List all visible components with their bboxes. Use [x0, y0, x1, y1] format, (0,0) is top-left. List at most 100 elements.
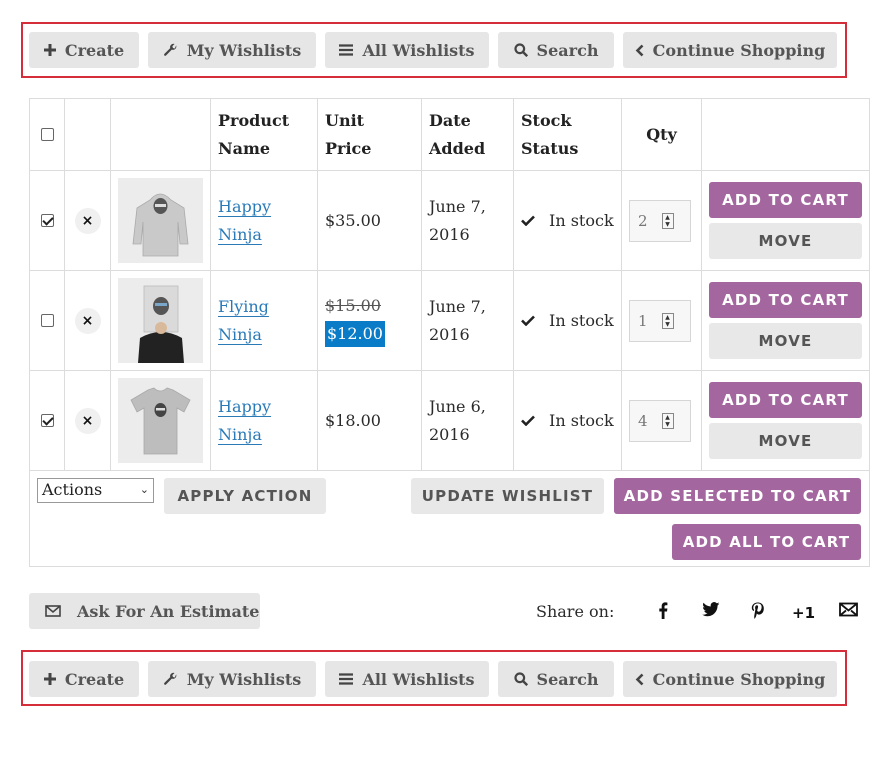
- quantity-stepper[interactable]: 2 ▲ ▼: [629, 199, 691, 242]
- create-label: Create: [64, 40, 125, 60]
- table-row: × Happy Ninja $18.00 June 6, 2016 In sto…: [29, 370, 870, 471]
- stock-label: In stock: [549, 410, 614, 430]
- google-plus-icon[interactable]: +1: [792, 604, 815, 622]
- date-added: June 7, 2016: [429, 296, 486, 344]
- ask-for-estimate-label: Ask For An Estimate: [77, 601, 260, 621]
- add-all-to-cart-button[interactable]: ADD ALL TO CART: [672, 524, 861, 560]
- search-label: Search: [536, 40, 599, 60]
- all-wishlists-button[interactable]: All Wishlists: [325, 661, 489, 697]
- qty-header: Qty: [621, 98, 702, 171]
- remove-item-button[interactable]: ×: [74, 407, 101, 434]
- wrench-icon: [163, 43, 177, 56]
- pinterest-icon[interactable]: [751, 602, 764, 623]
- continue-shopping-label: Continue Shopping: [652, 40, 826, 60]
- date-added-header: Date Added: [421, 98, 514, 171]
- add-selected-to-cart-button[interactable]: ADD SELECTED TO CART: [614, 478, 861, 514]
- product-thumbnail-tshirt[interactable]: [118, 378, 203, 463]
- remove-item-button[interactable]: ×: [74, 307, 101, 334]
- row-checkbox[interactable]: [40, 314, 54, 327]
- row-checkbox[interactable]: [40, 214, 54, 227]
- select-all-checkbox[interactable]: [40, 128, 54, 141]
- chevron-left-icon: [635, 44, 644, 56]
- all-wishlists-label: All Wishlists: [362, 669, 475, 689]
- create-button[interactable]: Create: [29, 32, 139, 68]
- bulk-actions-select[interactable]: Actions ⌄: [37, 478, 154, 503]
- chevron-left-icon: [635, 673, 644, 685]
- stock-status: In stock: [521, 407, 614, 435]
- wishlist-table: Product Name Unit Price Date Added Stock…: [29, 98, 870, 567]
- table-header-row: Product Name Unit Price Date Added Stock…: [29, 98, 870, 171]
- continue-shopping-label: Continue Shopping: [652, 669, 826, 689]
- bulk-actions-value: Actions: [42, 480, 103, 499]
- twitter-icon[interactable]: [702, 602, 720, 621]
- list-icon: [339, 673, 354, 685]
- email-share-icon[interactable]: [839, 602, 858, 621]
- quantity-value: 1: [638, 311, 648, 330]
- spinner-arrows-icon[interactable]: ▲ ▼: [661, 212, 674, 229]
- quantity-stepper[interactable]: 4 ▲ ▼: [629, 399, 691, 442]
- bulk-actions-cell: Actions ⌄ APPLY ACTION UPDATE WISHLIST A…: [29, 470, 870, 567]
- apply-action-button[interactable]: APPLY ACTION: [164, 478, 326, 514]
- spinner-arrows-icon[interactable]: ▲ ▼: [661, 312, 674, 329]
- add-to-cart-button[interactable]: ADD TO CART: [709, 282, 862, 318]
- search-icon: [513, 43, 528, 57]
- table-row: × Flying Ninja $15.00 $12.00 June 7, 201…: [29, 270, 870, 371]
- all-wishlists-button[interactable]: All Wishlists: [325, 32, 489, 68]
- create-button[interactable]: Create: [29, 661, 139, 697]
- update-wishlist-button[interactable]: UPDATE WISHLIST: [411, 478, 604, 514]
- create-label: Create: [64, 669, 125, 689]
- wishlist-nav-bottom: Create My Wishlists All Wishlists Search…: [21, 650, 847, 706]
- share-on-label: Share on:: [536, 602, 615, 621]
- quantity-value: 4: [638, 411, 648, 430]
- add-to-cart-button[interactable]: ADD TO CART: [709, 182, 862, 218]
- quantity-stepper[interactable]: 1 ▲ ▼: [629, 299, 691, 342]
- search-button[interactable]: Search: [498, 661, 614, 697]
- date-added: June 7, 2016: [429, 196, 486, 244]
- original-price: $15.00: [325, 296, 381, 315]
- chevron-down-icon: ⌄: [139, 483, 149, 496]
- product-thumbnail-hoodie[interactable]: [118, 178, 203, 263]
- spinner-arrows-icon[interactable]: ▲ ▼: [661, 412, 674, 429]
- unit-price: $18.00: [325, 410, 381, 430]
- remove-header: [64, 98, 111, 171]
- stock-label: In stock: [549, 210, 614, 230]
- move-button[interactable]: MOVE: [709, 423, 862, 459]
- product-name-header: Product Name: [210, 98, 318, 171]
- actions-header: [701, 98, 870, 171]
- table-row: × Happy Ninja $35.00 June 7, 2016 In sto…: [29, 170, 870, 271]
- move-button[interactable]: MOVE: [709, 223, 862, 259]
- move-button[interactable]: MOVE: [709, 323, 862, 359]
- wrench-icon: [163, 672, 177, 685]
- my-wishlists-label: My Wishlists: [186, 40, 302, 60]
- product-name-link[interactable]: Flying Ninja: [218, 297, 269, 344]
- plus-icon: [43, 44, 56, 56]
- check-icon: [521, 415, 535, 426]
- my-wishlists-button[interactable]: My Wishlists: [148, 661, 316, 697]
- add-to-cart-button[interactable]: ADD TO CART: [709, 382, 862, 418]
- unit-price-header: Unit Price: [317, 98, 422, 171]
- remove-item-button[interactable]: ×: [74, 207, 101, 234]
- date-added: June 6, 2016: [429, 396, 486, 444]
- continue-shopping-button[interactable]: Continue Shopping: [623, 32, 837, 68]
- product-name-link[interactable]: Happy Ninja: [218, 197, 271, 244]
- envelope-icon: [45, 605, 61, 617]
- list-icon: [339, 44, 354, 56]
- my-wishlists-label: My Wishlists: [186, 669, 302, 689]
- search-button[interactable]: Search: [498, 32, 614, 68]
- stock-status: In stock: [521, 307, 614, 335]
- thumbnail-header: [110, 98, 211, 171]
- product-name-link[interactable]: Happy Ninja: [218, 397, 271, 444]
- my-wishlists-button[interactable]: My Wishlists: [148, 32, 316, 68]
- table-actions-row: Actions ⌄ APPLY ACTION UPDATE WISHLIST A…: [29, 470, 870, 567]
- check-icon: [521, 315, 535, 326]
- row-checkbox[interactable]: [40, 414, 54, 427]
- ask-for-estimate-button[interactable]: Ask For An Estimate: [29, 593, 260, 629]
- stock-status: In stock: [521, 207, 614, 235]
- search-label: Search: [536, 669, 599, 689]
- product-thumbnail-poster[interactable]: [118, 278, 203, 363]
- continue-shopping-button[interactable]: Continue Shopping: [623, 661, 837, 697]
- stock-status-header: Stock Status: [513, 98, 622, 171]
- search-icon: [513, 672, 528, 686]
- facebook-icon[interactable]: [658, 602, 668, 623]
- sale-price: $12.00: [325, 321, 385, 347]
